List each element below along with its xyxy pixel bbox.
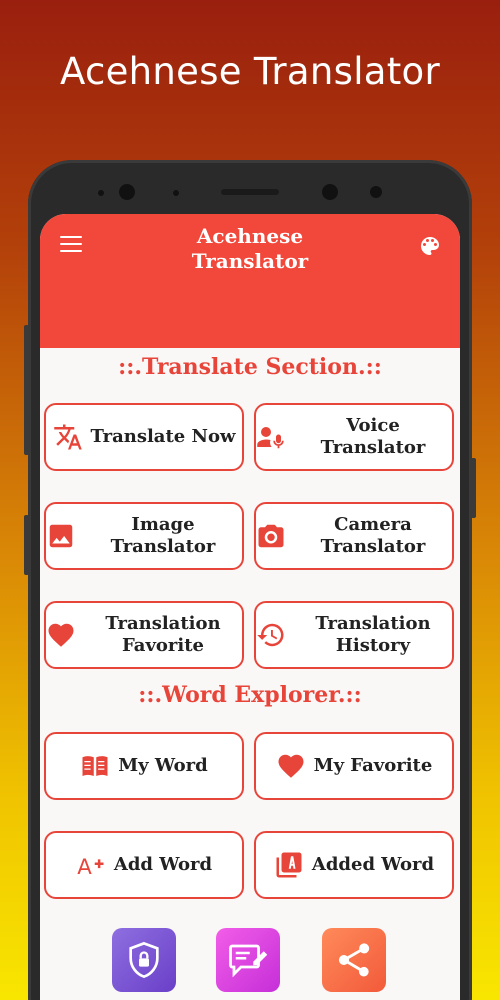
- phone-side-button: [24, 325, 29, 455]
- share-button[interactable]: [322, 928, 386, 992]
- app-title: Acehnese Translator: [191, 224, 309, 273]
- sensor-dot: [98, 190, 104, 196]
- feedback-icon: [229, 944, 268, 978]
- voice-translator-label: Voice Translator: [320, 415, 426, 458]
- translation-history-button[interactable]: Translation History: [254, 601, 454, 669]
- feedback-button[interactable]: [216, 928, 280, 992]
- image-translator-button[interactable]: Image Translator: [44, 502, 244, 570]
- share-icon: [338, 943, 370, 977]
- heart-icon: [278, 754, 304, 778]
- camera-translator-label: Camera Translator: [320, 514, 426, 557]
- add-icon: A: [77, 855, 104, 880]
- translation-favorite-label: Translation Favorite: [105, 613, 221, 656]
- add-word-label: Add Word: [113, 854, 213, 875]
- front-camera: [119, 184, 135, 200]
- voice-icon: [257, 427, 284, 449]
- word-explorer-section-title: ::.Word Explorer.::: [138, 682, 362, 708]
- translate-now-label: Translate Now: [90, 426, 236, 447]
- svg-text:A: A: [77, 855, 92, 880]
- front-camera: [322, 184, 338, 200]
- heart-icon: [48, 623, 74, 647]
- phone-side-button: [24, 515, 29, 575]
- front-camera: [370, 186, 382, 198]
- phone-side-button: [471, 458, 476, 518]
- list-icon: [276, 852, 302, 878]
- my-favorite-label: My Favorite: [313, 755, 433, 776]
- earpiece-speaker: [221, 189, 279, 195]
- privacy-policy-button[interactable]: [112, 928, 176, 992]
- voice-translator-button[interactable]: Voice Translator: [254, 403, 454, 471]
- my-favorite-button[interactable]: My Favorite: [254, 732, 454, 800]
- image-translator-label: Image Translator: [110, 514, 216, 557]
- add-word-button[interactable]: A Add Word: [44, 831, 244, 899]
- camera-translator-button[interactable]: Camera Translator: [254, 502, 454, 570]
- palette-icon[interactable]: [418, 234, 442, 258]
- translate-section-title: ::.Translate Section.::: [118, 354, 382, 380]
- sensor-dot: [173, 190, 179, 196]
- translation-favorite-button[interactable]: Translation Favorite: [44, 601, 244, 669]
- translate-now-button[interactable]: Translate Now: [44, 403, 244, 471]
- phone-frame: Acehnese Translator ::.Translate Section…: [24, 160, 476, 1000]
- promo-title: Acehnese Translator: [59, 50, 441, 93]
- shield-icon: [129, 941, 159, 979]
- my-word-label: My Word: [118, 755, 208, 776]
- app-screen: Acehnese Translator ::.Translate Section…: [40, 214, 460, 1000]
- translate-icon: [53, 424, 82, 450]
- added-word-label: Added Word: [311, 854, 435, 875]
- added-word-button[interactable]: Added Word: [254, 831, 454, 899]
- book-icon: [82, 756, 108, 776]
- my-word-button[interactable]: My Word: [44, 732, 244, 800]
- history-icon: [257, 623, 284, 647]
- app-bar: Acehnese Translator: [40, 214, 460, 348]
- image-icon: [49, 524, 73, 548]
- translation-history-label: Translation History: [315, 613, 431, 656]
- camera-icon: [258, 524, 284, 548]
